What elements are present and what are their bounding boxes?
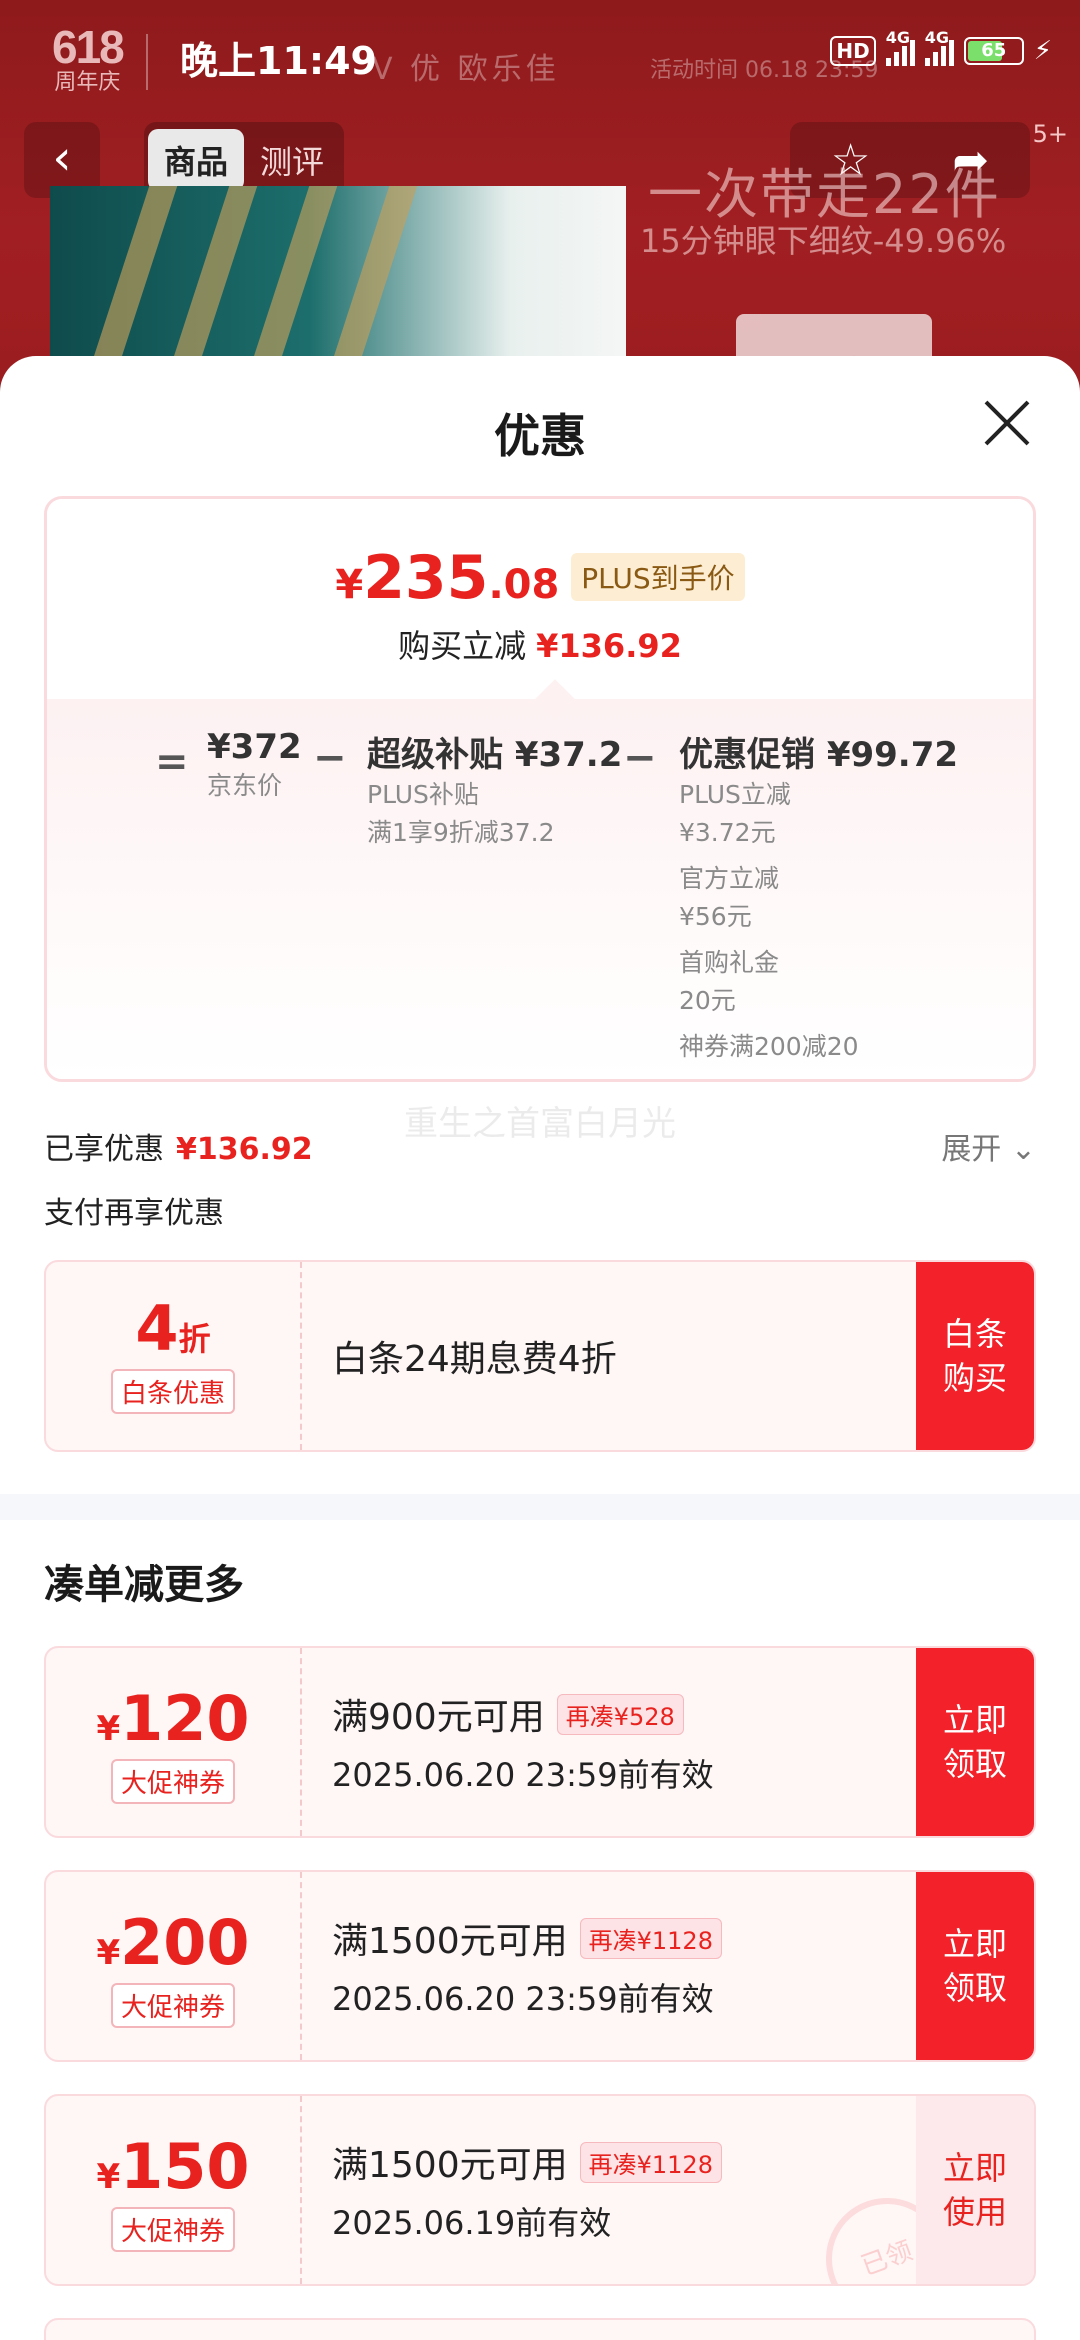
promo-subtitle: 15分钟眼下细纹-49.96% [640,222,1007,260]
coupon-extra: 再凑¥1128 [579,1917,722,1959]
hd-icon: HD [830,36,876,66]
coupon-condition: 满1500元可用 [332,2145,568,2186]
promo-column: 优惠促销 ¥99.72 PLUS立减 ¥3.72元 官方立减 ¥56元 首购礼金… [679,735,959,1061]
logo-divider [146,34,148,90]
pay-more-label: 支付再享优惠 [44,1196,224,1231]
section-divider [0,1494,1080,1520]
tab-product[interactable]: 商品 [148,129,245,191]
coupon-condition: 满1500元可用 [332,1921,568,1962]
coupon-card: ¥150 大促神券 满1500元可用 再凑¥1128 2025.06.19前有效 … [44,2094,1036,2286]
coupon-tag: 大促神券 [110,1759,235,1804]
equals-sign: = [155,739,189,785]
baitiao-desc: 白条24期息费4折 [332,1339,617,1380]
coupon-expiry: 2025.06.19前有效 [332,2204,612,2242]
charging-icon: ⚡ [1033,36,1052,66]
coupon-card-partial [44,2318,1036,2340]
minus-sign-2: − [623,735,657,781]
coupon-extra: 再凑¥1128 [579,2141,722,2183]
brand-name-faded: V 优 欧乐佳 [372,52,560,87]
final-price-row: ¥235.08 PLUS到手价 [47,543,1033,613]
close-icon[interactable] [976,392,1038,454]
instant-discount-row: 购买立减 ¥136.92 [398,627,682,665]
product-image [50,186,626,366]
coupon-extra: 再凑¥528 [556,1693,684,1735]
expand-button[interactable]: 展开 ⌄ [941,1124,1036,1168]
coupon-tag: 大促神券 [110,2207,235,2252]
enjoyed-discount: 已享优惠 ¥136.92 [44,1132,313,1167]
use-coupon-button[interactable]: 立即使用 [916,2096,1034,2284]
baitiao-tag: 白条优惠 [110,1369,235,1414]
status-bar: 618 周年庆 晚上11:49 V 优 欧乐佳 活动时间 06.18 23:59… [0,0,1080,120]
coupon-card: ¥120 大促神券 满900元可用 再凑¥528 2025.06.20 23:59… [44,1646,1036,1838]
baitiao-offer: 4折 白条优惠 白条24期息费4折 白条购买 [44,1260,1036,1452]
618-logo: 618 周年庆 [52,21,125,94]
coupon-expiry: 2025.06.20 23:59前有效 [332,1980,714,2018]
jd-price-column: ¥372 京东价 [207,727,302,800]
more-coupons-title: 凑单减更多 [44,1562,244,1608]
final-price: ¥235.08 [335,543,560,613]
claim-coupon-button[interactable]: 立即领取 [916,1648,1034,1836]
tab-review[interactable]: 测评 [244,129,340,191]
claim-coupon-button[interactable]: 立即领取 [916,1872,1034,2060]
price-breakdown-card: ¥235.08 PLUS到手价 购买立减 ¥136.92 = ¥372 京东价 −… [44,496,1036,1082]
minus-sign: − [313,735,347,781]
chevron-down-icon: ⌄ [1010,1132,1036,1167]
sheet-title: 优惠 [494,409,586,463]
coupon-expiry: 2025.06.20 23:59前有效 [332,1756,714,1794]
battery-icon: 65 [963,37,1024,65]
discount-sheet: 优惠 ¥235.08 PLUS到手价 购买立减 ¥136.92 = ¥372 京东… [0,356,1080,2340]
status-time: 晚上11:49 [180,39,377,83]
status-icons: HD 4G 4G 65 ⚡ [830,28,1052,66]
baitiao-buy-button[interactable]: 白条购买 [916,1262,1034,1450]
coupon-card: ¥200 大促神券 满1500元可用 再凑¥1128 2025.06.20 23:… [44,1870,1036,2062]
plus-price-tag: PLUS到手价 [571,553,745,601]
signal-icon: 4G [885,28,915,66]
signal-icon-2: 4G [924,28,954,66]
coupon-condition: 满900元可用 [332,1697,545,1738]
coupon-tag: 大促神券 [110,1983,235,2028]
message-badge: 5+ [1032,120,1068,148]
subsidy-column: 超级补贴 ¥37.2 PLUS补贴 满1享9折减37.2 [367,735,623,847]
